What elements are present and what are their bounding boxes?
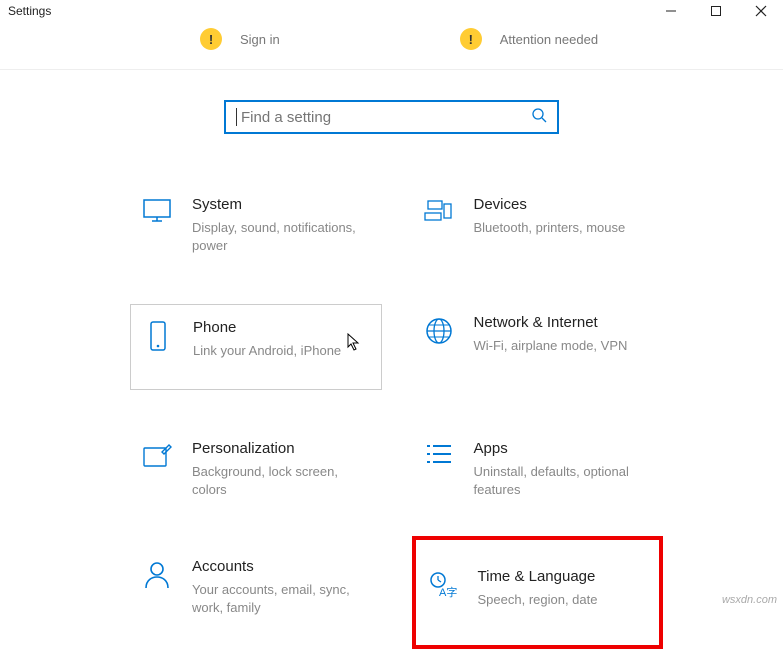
tile-title: Personalization	[192, 440, 372, 457]
text-cursor	[236, 108, 237, 126]
tile-text: Network & Internet Wi-Fi, airplane mode,…	[474, 314, 654, 355]
tile-desc: Link your Android, iPhone	[193, 342, 371, 360]
maximize-button[interactable]	[693, 0, 738, 22]
tile-text: Time & Language Speech, region, date	[478, 568, 650, 609]
attention-label: Attention needed	[500, 32, 598, 47]
tile-time-language[interactable]: A字 Time & Language Speech, region, date	[412, 536, 664, 649]
window-controls	[648, 0, 783, 22]
tile-text: Phone Link your Android, iPhone	[193, 319, 371, 360]
status-attention[interactable]: ! Attention needed	[460, 28, 598, 50]
tile-title: Devices	[474, 196, 654, 213]
network-icon	[422, 314, 456, 346]
tile-title: Accounts	[192, 558, 372, 575]
status-row: ! Sign in ! Attention needed	[0, 24, 783, 70]
warning-icon: !	[460, 28, 482, 50]
tile-desc: Background, lock screen, colors	[192, 463, 372, 498]
status-signin[interactable]: ! Sign in	[200, 28, 280, 50]
minimize-button[interactable]	[648, 0, 693, 22]
accounts-icon	[140, 558, 174, 590]
tile-text: System Display, sound, notifications, po…	[192, 196, 372, 254]
tile-network[interactable]: Network & Internet Wi-Fi, airplane mode,…	[412, 304, 664, 390]
search-box[interactable]	[224, 100, 559, 134]
time-language-icon: A字	[426, 568, 460, 600]
svg-text:A字: A字	[439, 585, 457, 599]
footer-watermark: wsxdn.com	[722, 594, 777, 606]
apps-icon	[422, 440, 456, 466]
system-icon	[140, 196, 174, 224]
titlebar: Settings	[0, 0, 783, 24]
minimize-icon	[665, 5, 677, 17]
close-button[interactable]	[738, 0, 783, 22]
tile-accounts[interactable]: Accounts Your accounts, email, sync, wor…	[130, 548, 382, 649]
phone-icon	[141, 319, 175, 351]
settings-grid: System Display, sound, notifications, po…	[130, 186, 663, 649]
window-title: Settings	[0, 0, 59, 22]
personalization-icon	[140, 440, 174, 470]
cursor-icon	[347, 333, 361, 356]
tile-title: Network & Internet	[474, 314, 654, 331]
warning-icon: !	[200, 28, 222, 50]
tile-desc: Your accounts, email, sync, work, family	[192, 581, 372, 616]
tile-personalization[interactable]: Personalization Background, lock screen,…	[130, 430, 382, 508]
tile-text: Apps Uninstall, defaults, optional featu…	[474, 440, 654, 498]
tile-text: Devices Bluetooth, printers, mouse	[474, 196, 654, 237]
search-wrap	[0, 100, 783, 134]
tile-desc: Wi-Fi, airplane mode, VPN	[474, 337, 654, 355]
tile-desc: Uninstall, defaults, optional features	[474, 463, 654, 498]
maximize-icon	[710, 5, 722, 17]
tile-system[interactable]: System Display, sound, notifications, po…	[130, 186, 382, 264]
tile-desc: Bluetooth, printers, mouse	[474, 219, 654, 237]
search-input[interactable]	[241, 109, 531, 126]
tile-title: System	[192, 196, 372, 213]
tile-phone[interactable]: Phone Link your Android, iPhone	[130, 304, 382, 390]
tile-title: Apps	[474, 440, 654, 457]
tile-desc: Display, sound, notifications, power	[192, 219, 372, 254]
tile-title: Time & Language	[478, 568, 650, 585]
tile-apps[interactable]: Apps Uninstall, defaults, optional featu…	[412, 430, 664, 508]
tile-text: Personalization Background, lock screen,…	[192, 440, 372, 498]
search-icon	[531, 107, 547, 128]
close-icon	[755, 5, 767, 17]
tile-devices[interactable]: Devices Bluetooth, printers, mouse	[412, 186, 664, 264]
devices-icon	[422, 196, 456, 224]
signin-label: Sign in	[240, 32, 280, 47]
tile-desc: Speech, region, date	[478, 591, 650, 609]
tile-title: Phone	[193, 319, 371, 336]
